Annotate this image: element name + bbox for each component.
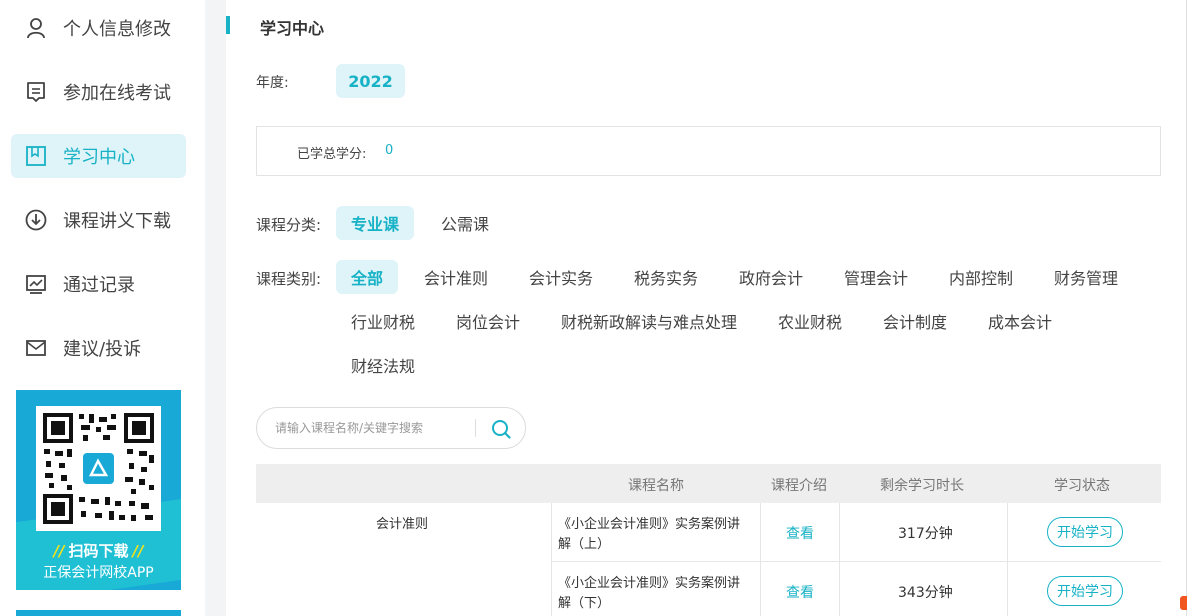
course-name-line1: 《小企业会计准则》实务案例讲: [558, 517, 741, 532]
sidebar-item-label: 参加在线考试: [63, 83, 171, 104]
type-filter-item[interactable]: 税务实务: [624, 260, 708, 294]
app-download-card: //扫码下载// 正保会计网校APP: [16, 390, 181, 590]
start-learning-button[interactable]: 开始学习: [1047, 576, 1123, 606]
view-intro-link[interactable]: 查看: [786, 523, 814, 543]
sidebar-item-label: 课程讲义下载: [63, 211, 171, 232]
sidebar-item-label: 学习中心: [63, 147, 135, 168]
sidebar-item-download[interactable]: 课程讲义下载: [11, 198, 186, 242]
sidebar-item-records[interactable]: 通过记录: [11, 262, 186, 306]
column-header: 课程名称: [628, 478, 684, 494]
table-header: 课程名称 课程介绍 剩余学习时长 学习状态: [256, 464, 1161, 503]
type-filter-item[interactable]: 财务管理: [1044, 260, 1128, 294]
category-tab-public[interactable]: 公需课: [426, 206, 504, 240]
chart-icon: [25, 273, 47, 295]
course-search: [256, 407, 526, 449]
type-filter-item[interactable]: 会计实务: [519, 260, 603, 294]
remaining-duration: 317分钟: [898, 526, 953, 542]
sidebar-item-feedback[interactable]: 建议/投诉: [11, 326, 186, 370]
qr-code: [36, 406, 161, 531]
column-header: 剩余学习时长: [880, 478, 964, 494]
main-panel: 学习中心 年度: 2022 已学总学分: 0 课程分类: 专业课 公需课 课程类…: [226, 0, 1187, 616]
sidebar-item-label: 个人信息修改: [63, 19, 171, 40]
type-filter-item[interactable]: 政府会计: [729, 260, 813, 294]
sidebar-item-study-center[interactable]: 学习中心: [11, 134, 186, 178]
category-tab-professional[interactable]: 专业课: [336, 206, 414, 240]
sidebar: 个人信息修改 参加在线考试 学习中心 课程讲义下载 通过记录 建议/投诉 // …: [0, 0, 205, 616]
exam-icon: [25, 81, 47, 103]
type-filter-item[interactable]: 内部控制: [939, 260, 1023, 294]
type-filter-item[interactable]: 财税新政解读与难点处理: [551, 304, 747, 338]
start-learning-button[interactable]: 开始学习: [1047, 517, 1123, 547]
group-name: 会计准则: [376, 517, 429, 532]
qr-download-label: 扫码下载: [68, 542, 129, 560]
secondary-banner: [16, 610, 181, 616]
column-header: 学习状态: [1054, 478, 1110, 494]
mail-icon: [25, 337, 47, 359]
category-label: 课程分类:: [256, 216, 322, 234]
user-icon: [25, 17, 47, 39]
page-title: 学习中心: [260, 19, 325, 38]
type-filter-item[interactable]: 会计制度: [873, 304, 957, 338]
remaining-duration: 343分钟: [898, 585, 953, 601]
type-filter-item[interactable]: 农业财税: [768, 304, 852, 338]
year-label: 年度:: [256, 75, 289, 91]
course-name-line2: 解（上）: [558, 537, 611, 552]
year-selector[interactable]: 2022: [336, 64, 405, 98]
qr-app-name: 正保会计网校APP: [43, 565, 154, 581]
course-name-line2: 解（下）: [558, 596, 611, 611]
credit-summary: 已学总学分: 0: [256, 126, 1161, 176]
type-filter-item[interactable]: 岗位会计: [446, 304, 530, 338]
course-name-line1: 《小企业会计准则》实务案例讲: [558, 576, 741, 591]
view-intro-link[interactable]: 查看: [786, 582, 814, 602]
column-header: 课程介绍: [771, 478, 827, 494]
type-filter-item[interactable]: 管理会计: [834, 260, 918, 294]
type-filter-item[interactable]: 会计准则: [414, 260, 498, 294]
type-filter-item[interactable]: 财经法规: [341, 348, 425, 382]
type-label: 课程类别:: [256, 270, 322, 288]
bookmark-icon: [25, 145, 47, 167]
type-filter-item[interactable]: 成本会计: [978, 304, 1062, 338]
sidebar-item-profile[interactable]: 个人信息修改: [11, 6, 186, 50]
credit-value: 0: [385, 143, 394, 158]
search-input[interactable]: [275, 418, 475, 438]
credit-label: 已学总学分:: [297, 147, 367, 162]
title-accent-bar: [226, 16, 230, 34]
sidebar-item-label: 建议/投诉: [63, 339, 142, 360]
sidebar-item-label: 通过记录: [63, 275, 135, 296]
group-cell: 会计准则: [256, 503, 551, 616]
search-icon[interactable]: [489, 417, 513, 441]
floating-widget-tab[interactable]: [1180, 596, 1187, 610]
download-icon: [25, 209, 47, 231]
type-filter-all[interactable]: 全部: [336, 260, 398, 294]
type-filter-item[interactable]: 行业财税: [341, 304, 425, 338]
sidebar-item-exam[interactable]: 参加在线考试: [11, 70, 186, 114]
